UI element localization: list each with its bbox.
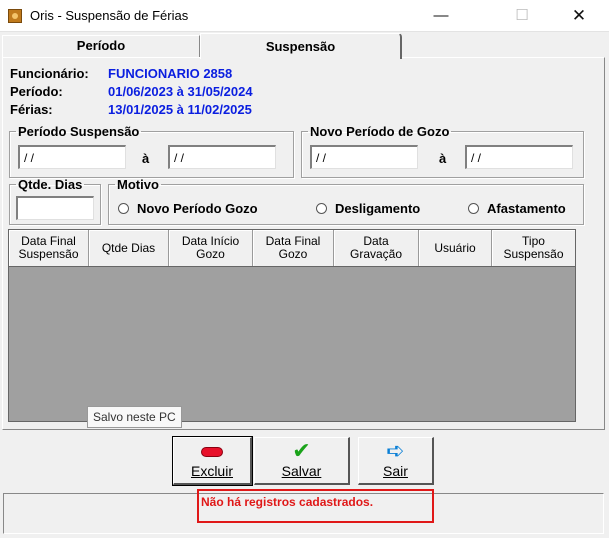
radio-indicator — [468, 203, 479, 214]
periodo-label: Período: — [10, 84, 63, 99]
excluir-button[interactable]: Excluir — [172, 436, 253, 486]
ferias-label: Férias: — [10, 102, 53, 117]
funcionario-label: Funcionário: — [10, 66, 89, 81]
suspensao-end-date-input[interactable] — [168, 145, 276, 169]
novo-periodo-gozo-legend: Novo Período de Gozo — [310, 124, 450, 139]
tab-suspensao[interactable]: Suspensão — [200, 33, 402, 59]
arrow-right-icon: ➪ — [386, 438, 405, 463]
check-icon: ✔ — [292, 438, 311, 463]
gozo-start-date-input[interactable] — [310, 145, 418, 169]
column-header[interactable]: Qtde Dias — [89, 230, 169, 266]
motivo-desligamento-radio[interactable]: Desligamento — [316, 201, 420, 216]
motivo-legend: Motivo — [117, 177, 159, 192]
radio-label: Novo Período Gozo — [137, 201, 258, 216]
tooltip: Salvo neste PC — [87, 406, 182, 428]
periodo-value: 01/06/2023 à 31/05/2024 — [108, 84, 253, 99]
column-header[interactable]: Data Início Gozo — [169, 230, 253, 266]
close-button[interactable]: ✕ — [556, 0, 602, 32]
app-icon — [8, 9, 22, 23]
radio-indicator — [118, 203, 129, 214]
tab-periodo[interactable]: Período — [2, 35, 200, 57]
column-header[interactable]: Data Final Suspensão — [9, 230, 89, 266]
sair-button[interactable]: ➪ Sair — [358, 437, 434, 485]
suspensao-separator: à — [142, 151, 150, 166]
motivo-afastamento-radio[interactable]: Afastamento — [468, 201, 566, 216]
sair-label: Sair — [383, 463, 408, 479]
column-header[interactable]: Data Final Gozo — [253, 230, 334, 266]
funcionario-value: FUNCIONARIO 2858 — [108, 66, 233, 81]
maximize-button: ☐ — [515, 7, 529, 24]
radio-label: Afastamento — [487, 201, 566, 216]
ferias-value: 13/01/2025 à 11/02/2025 — [108, 102, 252, 117]
suspensao-start-date-input[interactable] — [18, 145, 126, 169]
salvar-label: Salvar — [281, 463, 322, 479]
window-titlebar: Oris - Suspensão de Férias — ☐ ✕ — [0, 0, 609, 32]
column-header[interactable]: Tipo Suspensão — [492, 230, 575, 266]
grid-header: Data Final Suspensão Qtde Dias Data Iníc… — [9, 230, 575, 267]
excluir-label: Excluir — [190, 463, 233, 479]
periodo-suspensao-legend: Período Suspensão — [18, 124, 140, 139]
status-message: Não há registros cadastrados. — [197, 489, 434, 523]
motivo-novo-periodo-gozo-radio[interactable]: Novo Período Gozo — [118, 201, 258, 216]
radio-label: Desligamento — [335, 201, 421, 216]
suspensoes-grid[interactable]: Data Final Suspensão Qtde Dias Data Iníc… — [8, 229, 576, 422]
salvar-button[interactable]: ✔ Salvar — [254, 437, 350, 485]
window-title: Oris - Suspensão de Férias — [30, 8, 189, 23]
qtde-dias-legend: Qtde. Dias — [18, 177, 83, 192]
gozo-end-date-input[interactable] — [465, 145, 573, 169]
column-header[interactable]: Data Gravação — [334, 230, 419, 266]
column-header[interactable]: Usuário — [419, 230, 492, 266]
qtde-dias-input[interactable] — [16, 196, 94, 220]
minimize-button[interactable]: — — [418, 0, 464, 32]
delete-icon — [201, 447, 223, 457]
radio-indicator — [316, 203, 327, 214]
gozo-separator: à — [439, 151, 447, 166]
